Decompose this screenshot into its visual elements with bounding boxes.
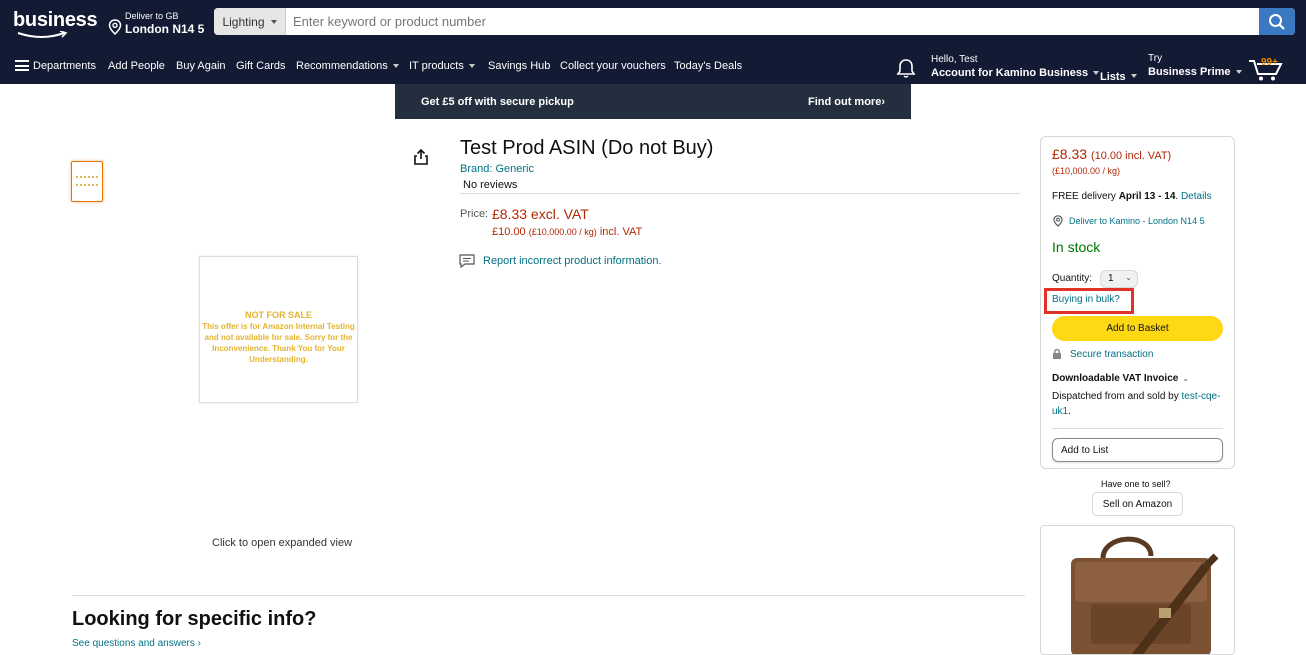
chevron-down-icon: ⌄ — [1182, 374, 1190, 383]
hamburger-menu-icon[interactable] — [15, 60, 29, 71]
add-to-basket-button[interactable]: Add to Basket — [1052, 316, 1223, 341]
nav-gift-cards[interactable]: Gift Cards — [236, 60, 286, 72]
click-to-expand-text: Click to open expanded view — [212, 537, 353, 549]
cart-count: 99+ — [1261, 57, 1278, 68]
divider — [460, 193, 1020, 194]
delivery-details-link[interactable]: Details — [1181, 191, 1212, 202]
search-category-label: Lighting — [222, 14, 265, 29]
delivery-dates: April 13 - 14 — [1118, 191, 1176, 202]
product-main-image[interactable]: NOT FOR SALE This offer is for Amazon In… — [199, 256, 358, 403]
nav-it-products[interactable]: IT products — [409, 60, 475, 72]
promo-find-out-more[interactable]: Find out more› — [808, 96, 885, 108]
delivery-info: FREE delivery April 13 - 14. Details — [1052, 191, 1212, 202]
nav-savings-hub[interactable]: Savings Hub — [488, 60, 550, 72]
lock-icon — [1053, 348, 1061, 359]
product-thumbnail[interactable] — [71, 161, 103, 202]
nav-departments[interactable]: Departments — [33, 60, 96, 72]
location-pin-icon — [108, 19, 122, 35]
price-excl-vat: £8.33 excl. VAT — [492, 206, 589, 222]
secure-transaction-link[interactable]: Secure transaction — [1070, 349, 1153, 360]
price-incl-vat: £10.00 (£10,000.00 / kg) incl. VAT — [492, 226, 642, 238]
delivery-pre: FREE delivery — [1052, 191, 1116, 202]
seller-end: . — [1068, 406, 1071, 417]
nav-collect-vouchers[interactable]: Collect your vouchers — [560, 60, 666, 72]
chevron-down-icon — [392, 64, 399, 69]
leather-bag-image — [1071, 536, 1219, 654]
chevron-down-icon — [270, 19, 277, 24]
not-for-sale-notice: This offer is for Amazon Internal Testin… — [202, 322, 355, 364]
search-icon — [1269, 13, 1285, 30]
dispatched-by: Dispatched from and sold by test-cqe-uk1… — [1052, 389, 1222, 419]
see-questions-link[interactable]: See questions and answers › — [72, 638, 201, 649]
promo-text: Get £5 off with secure pickup — [421, 96, 574, 108]
prime-menu[interactable]: Try Business Prime — [1148, 53, 1242, 78]
buybox-price-value: £8.33 — [1052, 146, 1088, 162]
sell-on-amazon-button[interactable]: Sell on Amazon — [1092, 492, 1183, 516]
delivery-sep: . — [1175, 191, 1179, 202]
promo-banner[interactable]: Get £5 off with secure pickup Find out m… — [395, 84, 911, 119]
specific-info-heading: Looking for specific info? — [72, 608, 317, 630]
stock-status: In stock — [1052, 239, 1101, 255]
brand-link[interactable]: Brand: Generic — [460, 163, 534, 175]
sponsored-ad[interactable] — [1040, 525, 1235, 655]
buybox-price-incl: (10.00 incl. VAT) — [1090, 150, 1172, 162]
price-incl-amount: £10.00 — [492, 226, 526, 238]
chevron-down-icon — [1130, 73, 1137, 78]
nav-todays-deals[interactable]: Today's Deals — [674, 60, 742, 72]
prime-label: Business Prime — [1148, 66, 1231, 78]
section-divider — [72, 595, 1025, 596]
chevron-down-icon — [468, 64, 475, 69]
quantity-label: Quantity: — [1052, 273, 1093, 284]
location-pin-icon — [1053, 215, 1063, 227]
search-input[interactable] — [286, 8, 1259, 35]
deliver-line1: Deliver to GB — [125, 11, 179, 21]
buybox-unit-price: (£10,000.00 / kg) — [1052, 166, 1121, 176]
add-to-list-button[interactable]: Add to List — [1052, 438, 1223, 462]
buybox-price: £8.33 (10.00 incl. VAT) — [1052, 146, 1171, 162]
price-label: Price: — [460, 208, 489, 220]
share-icon[interactable] — [412, 148, 430, 166]
chevron-down-icon: ⌄ — [1125, 273, 1132, 282]
lists-label: Lists — [1100, 71, 1126, 83]
not-for-sale-text: NOT FOR SALE — [245, 310, 312, 320]
vat-invoice-label: Downloadable VAT Invoice — [1052, 373, 1179, 384]
deliver-to-link[interactable]: Deliver to Kamino - London N14 5 — [1069, 216, 1205, 226]
search-button[interactable] — [1259, 8, 1295, 35]
account-menu[interactable]: Hello, Test Account for Kamino Business — [931, 54, 1100, 79]
product-title: Test Prod ASIN (Do not Buy) — [460, 137, 714, 159]
have-one-to-sell: Have one to sell? — [1101, 479, 1171, 489]
divider — [1052, 428, 1223, 429]
quantity-value: 1 — [1108, 273, 1114, 284]
deliver-line2: London N14 5 — [125, 22, 205, 36]
account-name: Account for Kamino Business — [931, 67, 1089, 79]
dispatched-text: Dispatched from and sold by — [1052, 391, 1179, 402]
vat-invoice-dropdown[interactable]: Downloadable VAT Invoice ⌄ — [1052, 373, 1189, 384]
top-header: business Deliver to GB London N14 5 Ligh… — [0, 0, 1306, 44]
business-logo[interactable]: business — [13, 9, 98, 32]
chevron-down-icon — [1235, 70, 1242, 75]
search-category-select[interactable]: Lighting — [214, 8, 286, 35]
greeting: Hello, Test — [931, 54, 978, 65]
reviews-text: No reviews — [463, 179, 518, 191]
try-label: Try — [1148, 53, 1163, 64]
nav-recommendations[interactable]: Recommendations — [296, 60, 399, 72]
nav-add-people[interactable]: Add People — [108, 60, 165, 72]
nav-buy-again[interactable]: Buy Again — [176, 60, 226, 72]
quantity-select[interactable]: 1 ⌄ — [1100, 270, 1138, 288]
price-incl-unit: (£10,000.00 / kg) — [528, 227, 597, 237]
report-incorrect-info-link[interactable]: Report incorrect product information. — [483, 255, 662, 267]
buying-in-bulk-link[interactable]: Buying in bulk? — [1052, 294, 1120, 305]
chevron-down-icon — [1093, 71, 1100, 76]
nav-it-products-label: IT products — [409, 60, 464, 72]
nav-recommendations-label: Recommendations — [296, 60, 388, 72]
search-bar: Lighting — [214, 8, 1295, 35]
account-label: Account for Kamino Business — [931, 67, 1100, 79]
lists-menu[interactable]: Lists — [1100, 67, 1137, 85]
report-icon — [459, 254, 475, 268]
price-incl-suffix: incl. VAT — [599, 226, 643, 238]
bell-icon[interactable] — [895, 57, 917, 79]
logo-smile-icon — [17, 31, 68, 38]
buy-box: £8.33 (10.00 incl. VAT) (£10,000.00 / kg… — [1040, 136, 1235, 469]
